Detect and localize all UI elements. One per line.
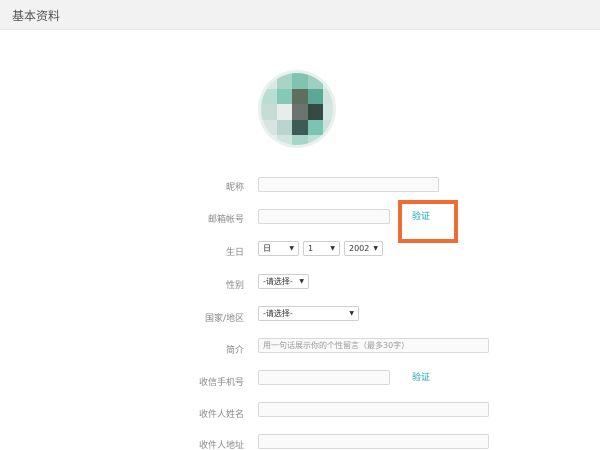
bio-input[interactable]	[258, 338, 489, 353]
recipient-name-label: 收件人姓名	[198, 410, 244, 420]
nickname-input[interactable]	[258, 177, 439, 192]
page-header: 基本资料	[0, 0, 600, 30]
recipient-address-input[interactable]	[258, 434, 489, 449]
gender-label: 性别	[225, 281, 244, 291]
chevron-down-icon: ▼	[373, 245, 378, 252]
region-select[interactable]: -请选择- ▼	[258, 306, 359, 321]
birthday-label: 生日	[225, 248, 244, 258]
recipient-name-input[interactable]	[258, 402, 489, 417]
nickname-label: 昵称	[225, 183, 244, 193]
birthday-day-select[interactable]: 日 ▼	[258, 241, 299, 256]
bio-label: 简介	[225, 346, 244, 356]
email-label: 邮箱帐号	[207, 215, 244, 225]
phone-verify-link[interactable]: 验证	[412, 370, 430, 383]
chevron-down-icon: ▼	[289, 245, 294, 252]
birthday-year-select[interactable]: 2002 ▼	[344, 241, 383, 256]
avatar-image	[261, 73, 333, 145]
region-value: -请选择-	[263, 309, 293, 318]
birthday-year-value: 2002	[349, 244, 370, 253]
chevron-down-icon: ▼	[349, 310, 354, 317]
avatar[interactable]	[258, 70, 336, 148]
birthday-month-select[interactable]: 1 ▼	[303, 241, 340, 256]
phone-label: 收信手机号	[198, 378, 244, 388]
email-input[interactable]	[258, 209, 390, 224]
highlight-box	[398, 200, 458, 243]
gender-select[interactable]: -请选择- ▼	[258, 274, 309, 289]
page-title: 基本资料	[12, 9, 61, 23]
region-label: 国家/地区	[204, 314, 244, 324]
recipient-address-label: 收件人地址	[198, 441, 244, 450]
phone-input[interactable]	[258, 370, 390, 385]
chevron-down-icon: ▼	[299, 278, 304, 285]
gender-value: -请选择-	[263, 277, 293, 286]
birthday-month-value: 1	[308, 244, 314, 253]
chevron-down-icon: ▼	[330, 245, 335, 252]
birthday-day-value: 日	[263, 244, 271, 253]
